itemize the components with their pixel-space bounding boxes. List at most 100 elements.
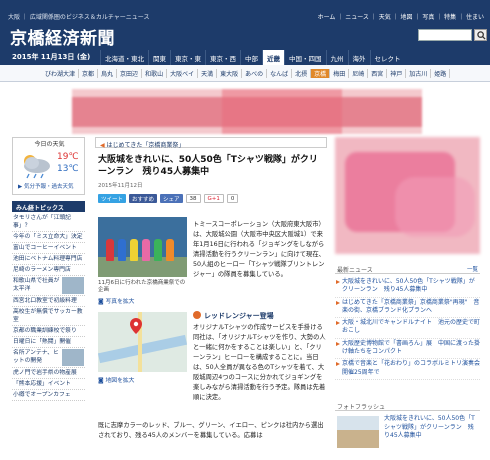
pick-item[interactable]: 日曜日に「熱闘」開催	[12, 337, 85, 348]
chevron-icon: ◀	[100, 142, 105, 149]
top-links[interactable]: ホーム ｜ ニュース ｜ 天気 ｜ 地図 ｜ 写真 ｜ 特集 ｜ 住まい	[318, 12, 484, 21]
city-link[interactable]: 尼崎	[349, 69, 369, 78]
news-item[interactable]: 大阪歴史博物館で「書画ろん」展 中国に渡った掛け軸たちをコンパクト	[335, 339, 480, 360]
site-logo[interactable]: 京橋経済新聞	[10, 24, 115, 49]
map-enlarge-link[interactable]: ◙ 地図を拡大	[98, 375, 134, 384]
ad-banner[interactable]	[72, 89, 422, 134]
gplus-button[interactable]: G+1	[203, 194, 224, 203]
share-button[interactable]: シェア	[160, 194, 183, 203]
temp-low: 13℃	[57, 164, 79, 174]
pick-label: 池田にベトナム料理専門店	[13, 256, 83, 262]
picks-title: みん経トピックス	[12, 201, 85, 212]
pick-label: 西宮北口教室で初級料理	[13, 298, 77, 304]
pick-item[interactable]: 尼崎のラーメン専門店	[12, 265, 85, 276]
city-link[interactable]: 神戸	[387, 69, 407, 78]
news-item[interactable]: 京橋で音楽と「花おわり」のコラボルミトリ演奏会 開催25周年で	[335, 359, 486, 380]
search-input[interactable]	[418, 29, 472, 41]
area-tab[interactable]: 海外	[347, 50, 370, 65]
current-date: 2015年 11月13日 (金)	[12, 53, 91, 61]
city-link[interactable]: 姫路	[431, 69, 451, 78]
city-link[interactable]: なんば	[267, 69, 293, 78]
area-tab[interactable]: セレクト	[369, 50, 405, 65]
news-more-link[interactable]: 一覧	[467, 265, 478, 273]
city-link[interactable]: 東大阪	[217, 69, 243, 78]
photo-flash-link[interactable]: 大阪城をきれいに、50人50色「Tシャツ戦隊」がクリーンラン 残り45人募集中	[384, 415, 479, 441]
pick-item[interactable]: 高校生が無償でサッカー教室	[12, 307, 85, 326]
pick-thumbnail	[62, 349, 84, 366]
section-heading: レッドレンジャー登場	[193, 311, 274, 321]
pick-item[interactable]: 虎ノ門で岩手県の物産展	[12, 368, 85, 379]
city-link[interactable]: 大阪ベイ	[167, 69, 199, 78]
city-link[interactable]: 天満	[198, 69, 218, 78]
map-icon: ◙	[98, 378, 104, 384]
breadcrumb-label: はじめてきた「京橋商業祭」	[106, 142, 185, 149]
bullet-icon	[193, 311, 201, 319]
pick-item[interactable]: 今年の「ミス立命大」決定	[12, 232, 85, 243]
area-tab-active[interactable]: 近畿	[262, 50, 284, 65]
area-tab[interactable]: 九州	[325, 50, 348, 65]
photo-flash-thumbnail[interactable]	[337, 416, 379, 448]
breadcrumb[interactable]: ◀ はじめてきた「京橋商業祭」	[95, 137, 327, 149]
pick-label: 高校生が無償でサッカー教室	[13, 309, 83, 323]
pick-item[interactable]: 和歌山県で社員が太平洋	[12, 276, 85, 296]
right-sidebar: 最新ニュース 一覧 大阪城をきれいに、50人50色「Tシャツ戦隊」がクリーンラン…	[335, 137, 486, 460]
ad-rectangle[interactable]	[335, 137, 480, 254]
search-button[interactable]	[474, 29, 487, 41]
area-tab[interactable]: 東京・東	[170, 50, 205, 65]
news-item[interactable]: 大阪・城北川でキャンドルナイト 池元の歴史で町おこし	[335, 318, 480, 339]
city-link-active[interactable]: 京橋	[311, 69, 331, 78]
pick-item[interactable]: 「熊本応援」イベント	[12, 379, 85, 390]
city-link[interactable]: 烏丸	[98, 69, 118, 78]
map-pin-icon	[130, 318, 142, 334]
pick-item[interactable]: 西宮北口教室で初級料理	[12, 296, 85, 307]
pick-item[interactable]: 池田にベトナム料理専門店	[12, 254, 85, 265]
pick-item[interactable]: 富山でコーヒーイベント	[12, 243, 85, 254]
share-bar: ツイート おすすめ シェア 38 G+1 0	[98, 194, 239, 203]
area-tab[interactable]: 北海道・東北	[100, 50, 148, 65]
article-photo[interactable]	[98, 217, 187, 277]
photo-enlarge-link[interactable]: ◙ 写真を拡大	[98, 296, 134, 305]
city-link[interactable]: 京都	[79, 69, 99, 78]
city-link[interactable]: あべの	[242, 69, 268, 78]
weather-title: 今日の天気	[34, 141, 65, 148]
pick-item[interactable]: タモリさんが「江頭記事」？	[12, 213, 85, 232]
temp-high: 19℃	[57, 152, 79, 162]
top-bar: 大阪 ｜ 広域関係圏のビジネス＆カルチャーニュース ホーム ｜ ニュース ｜ 天…	[0, 0, 490, 22]
cloudy-icon	[24, 155, 50, 179]
picks-list: タモリさんが「江頭記事」？ 今年の「ミス立命大」決定 富山でコーヒーイベント池田にベ…	[12, 213, 85, 401]
area-tab[interactable]: 東京・西	[205, 50, 240, 65]
area-tab[interactable]: 中部	[240, 50, 262, 65]
site-tagline: 大阪 ｜ 広域関係圏のビジネス＆カルチャーニュース	[8, 14, 150, 21]
city-link[interactable]: 梅田	[330, 69, 350, 78]
city-link[interactable]: 和歌山	[142, 69, 168, 78]
city-link[interactable]: 北摂	[292, 69, 312, 78]
city-link[interactable]: 西宮	[368, 69, 388, 78]
news-item[interactable]: 大阪城をきれいに、50人50色「Tシャツ戦隊」がクリーンラン 残り45人募集中	[335, 277, 480, 298]
date-bar: 2015年 11月13日 (金) 北海道・東北 関東 東京・東 東京・西 中部 …	[0, 49, 490, 65]
pick-label: 小樽でオープンカフェ	[13, 392, 71, 398]
search-icon	[477, 31, 486, 40]
weather-link[interactable]: ▶ 気分予報・過去天気	[18, 182, 73, 190]
area-tab[interactable]: 中国・四国	[284, 50, 326, 65]
city-link[interactable]: 京田辺	[117, 69, 143, 78]
pick-item[interactable]: 京都の職業訓練校で祭り	[12, 326, 85, 337]
pick-label: 名所アンテナ、ヒットの開発	[13, 350, 59, 364]
pick-label: 京都の職業訓練校で祭り	[13, 328, 77, 334]
area-tab[interactable]: 関東	[148, 50, 170, 65]
photo-flash-header: フォトフラッシュ	[335, 400, 480, 411]
tweet-button[interactable]: ツイート	[98, 194, 127, 203]
pick-item[interactable]: 名所アンテナ、ヒットの開発	[12, 348, 85, 368]
map-thumbnail[interactable]	[98, 312, 187, 372]
like-button[interactable]: おすすめ	[129, 194, 158, 203]
city-link[interactable]: びわ湖大津	[42, 69, 80, 78]
news-item[interactable]: はじめてきた「京橋商業祭」京橋商業祭"再現" 音楽の街、京橋ブランド化プランへ	[335, 298, 480, 319]
weather-widget: 今日の天気 19℃ 13℃ ▶ 気分予報・過去天気	[12, 137, 85, 195]
article-paragraph: トミースコーポレーション（大阪府東大阪市）は、大阪城公園（大阪市中央区大阪城1）…	[193, 221, 325, 278]
pick-item[interactable]: 小樽でオープンカフェ	[12, 390, 85, 401]
latest-news-title: 最新ニュース	[337, 267, 373, 274]
pick-label: 虎ノ門で岩手県の物産展	[13, 370, 77, 376]
article-headline: 大阪城をきれいに、50人50色「Tシャツ戦隊」がクリーンラン 残り45人募集中	[98, 155, 318, 177]
pick-label: 尼崎のラーメン専門店	[13, 267, 71, 273]
city-link[interactable]: 加古川	[406, 69, 432, 78]
share-count: 38	[185, 194, 201, 203]
